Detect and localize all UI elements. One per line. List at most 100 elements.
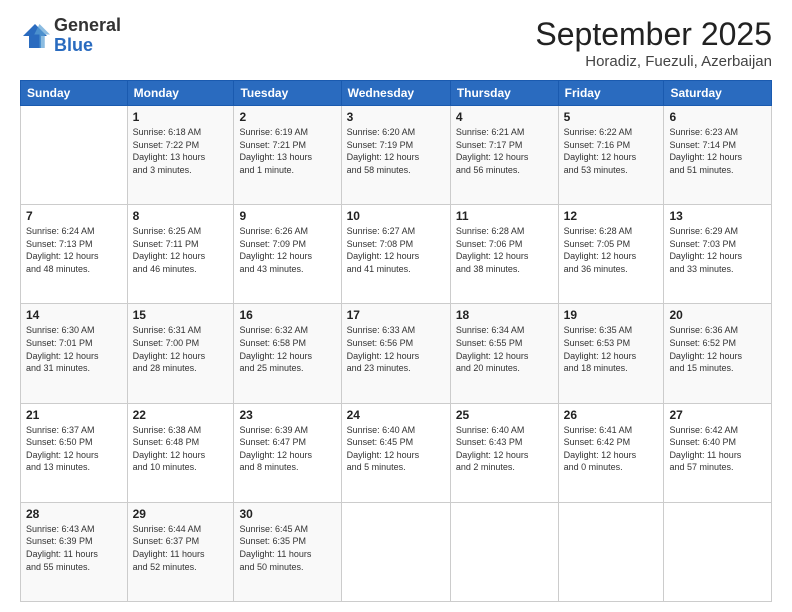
calendar-cell: 18Sunrise: 6:34 AM Sunset: 6:55 PM Dayli…: [450, 304, 558, 403]
day-number: 7: [26, 209, 122, 223]
calendar-cell: 17Sunrise: 6:33 AM Sunset: 6:56 PM Dayli…: [341, 304, 450, 403]
day-info: Sunrise: 6:42 AM Sunset: 6:40 PM Dayligh…: [669, 424, 766, 474]
calendar-cell: 9 Sunrise: 6:26 AM Sunset: 7:09 PM Daylig…: [234, 205, 341, 304]
header: General Blue September 2025 Horadiz, Fue…: [20, 16, 772, 70]
day-info: Sunrise: 6:21 AM Sunset: 7:17 PM Dayligh…: [456, 126, 553, 176]
calendar-cell: 6 Sunrise: 6:23 AM Sunset: 7:14 PM Daylig…: [664, 106, 772, 205]
day-number: 19: [564, 308, 659, 322]
day-number: 11: [456, 209, 553, 223]
calendar-cell: 11 Sunrise: 6:28 AM Sunset: 7:06 PM Dayli…: [450, 205, 558, 304]
header-tuesday: Tuesday: [234, 81, 341, 106]
calendar-cell: 1 Sunrise: 6:18 AM Sunset: 7:22 PM Daylig…: [127, 106, 234, 205]
day-info: Sunrise: 6:40 AM Sunset: 6:45 PM Dayligh…: [347, 424, 445, 474]
day-number: 2: [239, 110, 335, 124]
day-number: 30: [239, 507, 335, 521]
day-info: Sunrise: 6:37 AM Sunset: 6:50 PM Dayligh…: [26, 424, 122, 474]
day-number: 3: [347, 110, 445, 124]
day-number: 14: [26, 308, 122, 322]
day-number: 22: [133, 408, 229, 422]
day-number: 8: [133, 209, 229, 223]
day-info: Sunrise: 6:33 AM Sunset: 6:56 PM Dayligh…: [347, 324, 445, 374]
day-number: 21: [26, 408, 122, 422]
day-number: 26: [564, 408, 659, 422]
day-number: 23: [239, 408, 335, 422]
calendar-week-4: 21 Sunrise: 6:37 AM Sunset: 6:50 PM Dayli…: [21, 403, 772, 502]
day-info: Sunrise: 6:39 AM Sunset: 6:47 PM Dayligh…: [239, 424, 335, 474]
day-info: Sunrise: 6:45 AM Sunset: 6:35 PM Dayligh…: [239, 523, 335, 573]
calendar-cell: 25 Sunrise: 6:40 AM Sunset: 6:43 PM Dayli…: [450, 403, 558, 502]
day-number: 1: [133, 110, 229, 124]
calendar-cell: 4 Sunrise: 6:21 AM Sunset: 7:17 PM Daylig…: [450, 106, 558, 205]
calendar-cell: 10 Sunrise: 6:27 AM Sunset: 7:08 PM Dayli…: [341, 205, 450, 304]
day-info: Sunrise: 6:27 AM Sunset: 7:08 PM Dayligh…: [347, 225, 445, 275]
calendar-cell: 16 Sunrise: 6:32 AM Sunset: 6:58 PM Dayli…: [234, 304, 341, 403]
calendar-cell: 27Sunrise: 6:42 AM Sunset: 6:40 PM Dayli…: [664, 403, 772, 502]
location: Horadiz, Fuezuli, Azerbaijan: [535, 53, 772, 70]
logo-blue: Blue: [54, 36, 121, 56]
calendar-cell: 19 Sunrise: 6:35 AM Sunset: 6:53 PM Dayli…: [558, 304, 664, 403]
day-number: 5: [564, 110, 659, 124]
calendar-cell: 28Sunrise: 6:43 AM Sunset: 6:39 PM Dayli…: [21, 502, 128, 601]
day-info: Sunrise: 6:32 AM Sunset: 6:58 PM Dayligh…: [239, 324, 335, 374]
day-info: Sunrise: 6:22 AM Sunset: 7:16 PM Dayligh…: [564, 126, 659, 176]
calendar-cell: 22 Sunrise: 6:38 AM Sunset: 6:48 PM Dayli…: [127, 403, 234, 502]
day-info: Sunrise: 6:31 AM Sunset: 7:00 PM Dayligh…: [133, 324, 229, 374]
calendar-cell: 5 Sunrise: 6:22 AM Sunset: 7:16 PM Daylig…: [558, 106, 664, 205]
calendar-cell: 14 Sunrise: 6:30 AM Sunset: 7:01 PM Dayli…: [21, 304, 128, 403]
day-info: Sunrise: 6:28 AM Sunset: 7:06 PM Dayligh…: [456, 225, 553, 275]
day-number: 6: [669, 110, 766, 124]
day-number: 10: [347, 209, 445, 223]
day-number: 4: [456, 110, 553, 124]
calendar-cell: [664, 502, 772, 601]
header-sunday: Sunday: [21, 81, 128, 106]
day-info: Sunrise: 6:23 AM Sunset: 7:14 PM Dayligh…: [669, 126, 766, 176]
calendar-header-row: SundayMondayTuesdayWednesdayThursdayFrid…: [21, 81, 772, 106]
day-info: Sunrise: 6:38 AM Sunset: 6:48 PM Dayligh…: [133, 424, 229, 474]
header-thursday: Thursday: [450, 81, 558, 106]
day-number: 25: [456, 408, 553, 422]
calendar-cell: 12 Sunrise: 6:28 AM Sunset: 7:05 PM Dayli…: [558, 205, 664, 304]
day-number: 16: [239, 308, 335, 322]
calendar-cell: 7Sunrise: 6:24 AM Sunset: 7:13 PM Daylig…: [21, 205, 128, 304]
page-container: General Blue September 2025 Horadiz, Fue…: [0, 0, 792, 612]
logo-general: General: [54, 16, 121, 36]
day-info: Sunrise: 6:28 AM Sunset: 7:05 PM Dayligh…: [564, 225, 659, 275]
day-number: 13: [669, 209, 766, 223]
header-saturday: Saturday: [664, 81, 772, 106]
day-info: Sunrise: 6:41 AM Sunset: 6:42 PM Dayligh…: [564, 424, 659, 474]
day-info: Sunrise: 6:18 AM Sunset: 7:22 PM Dayligh…: [133, 126, 229, 176]
calendar-cell: 30 Sunrise: 6:45 AM Sunset: 6:35 PM Dayli…: [234, 502, 341, 601]
header-monday: Monday: [127, 81, 234, 106]
calendar-week-5: 28Sunrise: 6:43 AM Sunset: 6:39 PM Dayli…: [21, 502, 772, 601]
calendar-cell: 13 Sunrise: 6:29 AM Sunset: 7:03 PM Dayli…: [664, 205, 772, 304]
day-number: 29: [133, 507, 229, 521]
day-number: 12: [564, 209, 659, 223]
day-info: Sunrise: 6:29 AM Sunset: 7:03 PM Dayligh…: [669, 225, 766, 275]
title-block: September 2025 Horadiz, Fuezuli, Azerbai…: [535, 16, 772, 70]
day-info: Sunrise: 6:30 AM Sunset: 7:01 PM Dayligh…: [26, 324, 122, 374]
calendar-cell: 2Sunrise: 6:19 AM Sunset: 7:21 PM Daylig…: [234, 106, 341, 205]
header-wednesday: Wednesday: [341, 81, 450, 106]
calendar-cell: 8Sunrise: 6:25 AM Sunset: 7:11 PM Daylig…: [127, 205, 234, 304]
calendar-cell: 15 Sunrise: 6:31 AM Sunset: 7:00 PM Dayli…: [127, 304, 234, 403]
header-friday: Friday: [558, 81, 664, 106]
day-info: Sunrise: 6:26 AM Sunset: 7:09 PM Dayligh…: [239, 225, 335, 275]
day-number: 15: [133, 308, 229, 322]
day-number: 9: [239, 209, 335, 223]
day-info: Sunrise: 6:35 AM Sunset: 6:53 PM Dayligh…: [564, 324, 659, 374]
day-number: 20: [669, 308, 766, 322]
calendar-cell: 23 Sunrise: 6:39 AM Sunset: 6:47 PM Dayli…: [234, 403, 341, 502]
month-title: September 2025: [535, 16, 772, 53]
calendar-cell: 24Sunrise: 6:40 AM Sunset: 6:45 PM Dayli…: [341, 403, 450, 502]
calendar-cell: [450, 502, 558, 601]
day-number: 28: [26, 507, 122, 521]
day-info: Sunrise: 6:36 AM Sunset: 6:52 PM Dayligh…: [669, 324, 766, 374]
logo-icon: [20, 21, 50, 51]
day-info: Sunrise: 6:40 AM Sunset: 6:43 PM Dayligh…: [456, 424, 553, 474]
day-info: Sunrise: 6:34 AM Sunset: 6:55 PM Dayligh…: [456, 324, 553, 374]
calendar-cell: 20 Sunrise: 6:36 AM Sunset: 6:52 PM Dayli…: [664, 304, 772, 403]
calendar-week-3: 14 Sunrise: 6:30 AM Sunset: 7:01 PM Dayli…: [21, 304, 772, 403]
calendar-cell: [558, 502, 664, 601]
day-info: Sunrise: 6:20 AM Sunset: 7:19 PM Dayligh…: [347, 126, 445, 176]
logo: General Blue: [20, 16, 121, 56]
